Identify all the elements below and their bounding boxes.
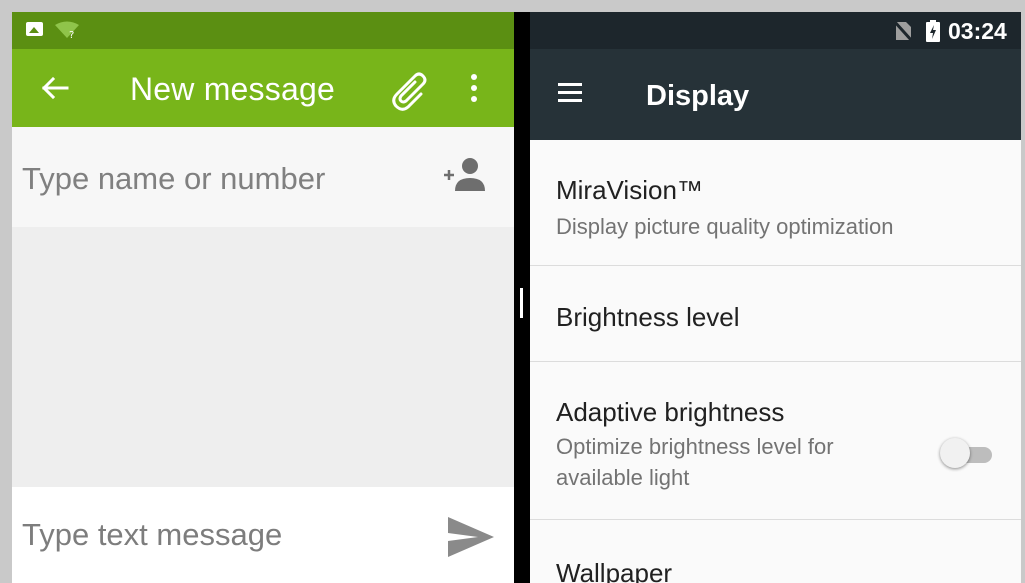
split-screen-divider[interactable] [514,12,530,583]
paperclip-icon[interactable] [388,67,432,111]
add-contact-icon[interactable] [442,155,488,195]
setting-title: Brightness level [556,302,740,332]
divider-handle[interactable] [520,288,523,318]
status-bar: 03:24 [530,12,1021,49]
hamburger-menu-icon[interactable] [558,83,582,103]
page-title: New message [130,71,335,107]
toggle-thumb [940,438,970,468]
no-sim-icon [894,21,912,41]
messaging-app-pane: ? New message Type name or number Type t… [12,12,514,583]
adaptive-brightness-toggle[interactable] [940,436,996,472]
setting-title: MiraVision™ [556,175,703,205]
setting-miravision[interactable]: MiraVision™ Display picture quality opti… [530,140,1021,266]
message-compose-input[interactable]: Type text message [12,487,514,583]
window-frame-left [0,0,12,583]
setting-title: Adaptive brightness [556,397,785,427]
recipient-placeholder: Type name or number [22,161,326,196]
setting-subtitle: Optimize brightness level for available … [556,434,834,490]
more-options-icon[interactable] [467,73,481,105]
settings-app-pane: 03:24 Display MiraVision™ Display pictur… [530,12,1021,583]
svg-text:?: ? [69,30,74,39]
setting-title: Wallpaper [556,558,673,583]
recipient-input[interactable]: Type name or number [12,127,514,227]
image-notification-icon [26,22,43,36]
battery-charging-icon [926,20,940,42]
settings-toolbar: Display [530,49,1021,140]
status-bar: ? [12,12,514,49]
send-icon[interactable] [446,513,496,561]
message-placeholder: Type text message [22,517,283,552]
window-frame-top [0,0,1025,12]
setting-adaptive-brightness[interactable]: Adaptive brightness Optimize brightness … [530,363,1021,520]
page-title: Display [646,80,750,112]
setting-subtitle: Display picture quality optimization [556,214,894,239]
back-arrow-icon[interactable] [40,73,70,103]
window-frame-right [1021,0,1025,583]
wifi-unknown-icon: ? [55,21,79,39]
setting-wallpaper[interactable]: Wallpaper [530,521,1021,583]
message-thread-area [12,227,514,487]
status-time: 03:24 [948,18,1007,44]
app-bar: New message [12,49,514,127]
setting-brightness-level[interactable]: Brightness level [530,267,1021,362]
